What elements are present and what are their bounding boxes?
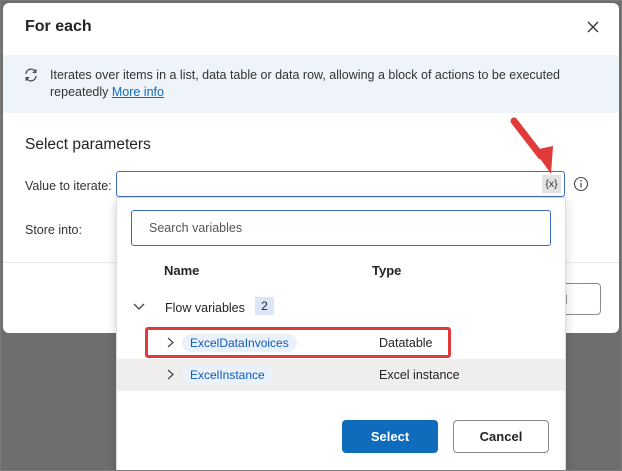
section-title: Select parameters [25,136,151,153]
loop-icon [25,68,37,82]
close-icon [587,21,599,33]
variables-popup: Name Type Flow variables 2 ExcelDataInvo… [116,197,566,471]
type-column-header: Type [372,263,402,278]
variable-row-exceldatainvoices[interactable]: ExcelDataInvoices Datatable [117,327,565,359]
chevron-right-icon[interactable] [167,337,174,348]
variable-type: Excel instance [379,368,460,382]
info-icon[interactable] [573,176,589,192]
chevron-right-icon[interactable] [167,369,174,380]
flow-variables-label: Flow variables [165,301,245,315]
variable-type: Datatable [379,336,433,350]
flow-variables-group[interactable]: Flow variables 2 [117,294,565,324]
value-to-iterate-input[interactable]: {x} [116,171,565,197]
variable-picker-button[interactable]: {x} [542,175,561,193]
info-text: Iterates over items in a list, data tabl… [50,67,570,101]
chevron-down-icon [133,303,145,310]
dialog-title: For each [25,18,92,35]
cancel-button[interactable]: Cancel [453,420,549,453]
variable-name-pill: ExcelDataInvoices [182,334,297,352]
search-variables-input[interactable] [131,210,551,246]
more-info-link[interactable]: More info [112,85,164,99]
name-column-header: Name [164,263,200,278]
close-button[interactable] [581,15,605,39]
value-to-iterate-label: Value to iterate: [25,179,112,193]
variable-name-pill: ExcelInstance [182,366,273,384]
store-into-label: Store into: [25,223,82,237]
info-banner: Iterates over items in a list, data tabl… [3,55,619,113]
variable-row-excelinstance[interactable]: ExcelInstance Excel instance [117,359,565,391]
select-button[interactable]: Select [342,420,438,453]
flow-variables-count: 2 [255,297,274,315]
